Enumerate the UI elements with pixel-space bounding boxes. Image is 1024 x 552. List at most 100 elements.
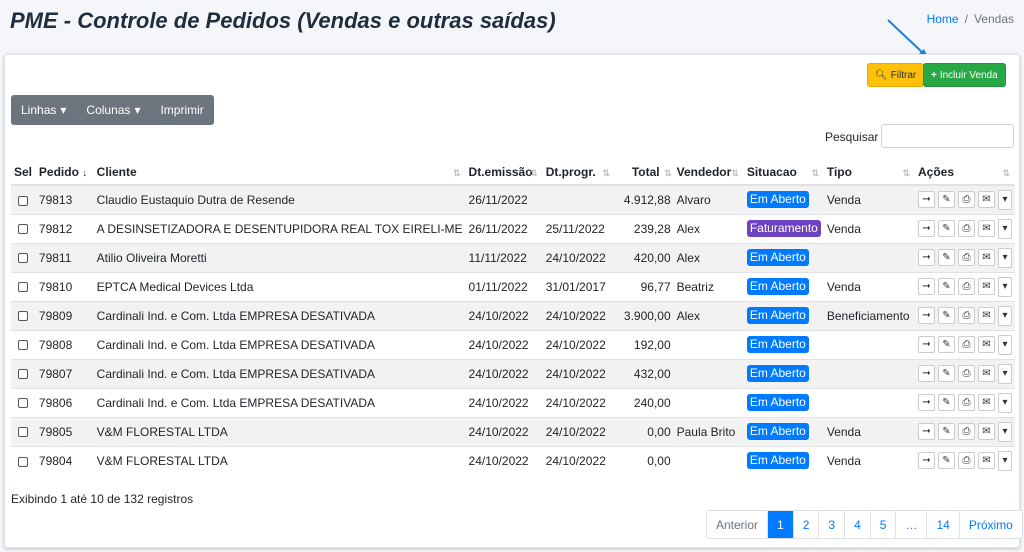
- page-link[interactable]: 5: [869, 511, 896, 538]
- print-icon[interactable]: ⎙: [958, 423, 975, 440]
- edit-icon[interactable]: ✎: [938, 278, 955, 295]
- page-link[interactable]: …: [895, 511, 926, 538]
- page-link[interactable]: Próximo: [958, 511, 1022, 538]
- columns-dropdown-button[interactable]: Colunas ▾: [76, 95, 150, 125]
- col-total[interactable]: Total ⇅: [614, 160, 674, 186]
- chevron-down-icon[interactable]: ▾: [998, 450, 1012, 471]
- arrow-right-icon[interactable]: ➞: [918, 365, 935, 382]
- row-select-checkbox[interactable]: [18, 369, 28, 380]
- arrow-right-icon[interactable]: ➞: [918, 249, 935, 266]
- envelope-icon[interactable]: ✉: [978, 307, 995, 324]
- pedido-cell: 79806: [35, 387, 94, 417]
- col-tipo[interactable]: Tipo ⇅: [823, 160, 915, 186]
- arrow-right-icon[interactable]: ➞: [918, 394, 935, 411]
- emissao-cell: 11/11/2022: [465, 242, 543, 272]
- page-link[interactable]: 14: [926, 511, 958, 538]
- print-icon[interactable]: ⎙: [958, 307, 975, 324]
- row-select-checkbox[interactable]: [18, 340, 28, 351]
- row-select-checkbox[interactable]: [18, 311, 28, 322]
- add-sale-button[interactable]: + Incluir Venda: [923, 63, 1006, 87]
- sort-icon: ⇅: [530, 168, 538, 178]
- edit-icon[interactable]: ✎: [938, 307, 955, 324]
- actions-cell: ➞ ✎ ⎙ ✉ ▾: [915, 416, 1015, 446]
- envelope-icon[interactable]: ✉: [978, 394, 995, 411]
- rows-dropdown-button[interactable]: Linhas ▾: [11, 95, 76, 125]
- search-input[interactable]: [881, 124, 1014, 148]
- progr-cell: 24/10/2022: [542, 416, 615, 446]
- arrow-right-icon[interactable]: ➞: [918, 191, 935, 209]
- arrow-right-icon[interactable]: ➞: [918, 278, 935, 295]
- arrow-right-icon[interactable]: ➞: [918, 307, 935, 324]
- page-link[interactable]: 1: [767, 511, 793, 538]
- envelope-icon[interactable]: ✉: [978, 336, 995, 353]
- chevron-down-icon[interactable]: ▾: [998, 218, 1012, 239]
- arrow-right-icon[interactable]: ➞: [918, 452, 935, 470]
- row-select-checkbox[interactable]: [18, 282, 28, 293]
- chevron-down-icon[interactable]: ▾: [998, 247, 1012, 268]
- envelope-icon[interactable]: ✉: [978, 220, 995, 237]
- col-pedido[interactable]: Pedido ↓: [35, 160, 94, 186]
- pedido-cell: 79812: [35, 213, 94, 243]
- chevron-down-icon[interactable]: ▾: [998, 276, 1012, 297]
- page-link[interactable]: 3: [818, 511, 844, 538]
- envelope-icon[interactable]: ✉: [978, 365, 995, 382]
- print-button[interactable]: Imprimir: [150, 95, 213, 125]
- table-row: 79808 Cardinali Ind. e Com. Ltda EMPRESA …: [11, 329, 1015, 359]
- row-select-checkbox[interactable]: [18, 224, 28, 235]
- edit-icon[interactable]: ✎: [938, 249, 955, 266]
- edit-icon[interactable]: ✎: [938, 365, 955, 382]
- col-acoes[interactable]: Ações ⇅: [915, 160, 1015, 186]
- actions-cell: ➞ ✎ ⎙ ✉ ▾: [915, 445, 1015, 475]
- edit-icon[interactable]: ✎: [938, 394, 955, 411]
- page-link[interactable]: 4: [844, 511, 870, 538]
- print-icon[interactable]: ⎙: [958, 278, 975, 295]
- row-select-checkbox[interactable]: [18, 195, 28, 206]
- print-icon[interactable]: ⎙: [958, 249, 975, 266]
- edit-icon[interactable]: ✎: [938, 452, 955, 470]
- envelope-icon[interactable]: ✉: [978, 278, 995, 295]
- row-select-checkbox[interactable]: [18, 456, 28, 467]
- print-icon[interactable]: ⎙: [958, 191, 975, 209]
- col-progr[interactable]: Dt.progr. ⇅: [542, 160, 615, 186]
- page-link[interactable]: Anterior: [707, 511, 767, 538]
- col-vendedor[interactable]: Vendedor ⇅: [673, 160, 744, 186]
- edit-icon[interactable]: ✎: [938, 423, 955, 440]
- edit-icon[interactable]: ✎: [938, 336, 955, 353]
- chevron-down-icon[interactable]: ▾: [998, 189, 1012, 210]
- print-icon[interactable]: ⎙: [958, 365, 975, 382]
- edit-icon[interactable]: ✎: [938, 220, 955, 237]
- col-cliente[interactable]: Cliente ⇅: [93, 160, 466, 186]
- chevron-down-icon[interactable]: ▾: [998, 421, 1012, 442]
- table-row: 79811 Atilio Oliveira Moretti 11/11/2022 24…: [11, 242, 1015, 272]
- vendedor-cell: Paula Brito: [673, 416, 744, 446]
- page-link[interactable]: 2: [792, 511, 819, 538]
- filter-button[interactable]: 🔍︎ Filtrar: [867, 63, 925, 87]
- row-select-checkbox[interactable]: [18, 427, 28, 438]
- chevron-down-icon[interactable]: ▾: [998, 392, 1012, 413]
- envelope-icon[interactable]: ✉: [978, 191, 995, 209]
- pedido-cell: 79810: [35, 271, 94, 301]
- breadcrumb-home-link[interactable]: Home: [927, 12, 959, 26]
- sort-icon: ⇅: [1002, 168, 1010, 178]
- arrow-right-icon[interactable]: ➞: [918, 220, 935, 237]
- col-emissao[interactable]: Dt.emissão ⇅: [465, 160, 543, 186]
- col-situacao[interactable]: Situacao ⇅: [743, 160, 824, 186]
- edit-icon[interactable]: ✎: [938, 191, 955, 209]
- envelope-icon[interactable]: ✉: [978, 423, 995, 440]
- chevron-down-icon[interactable]: ▾: [998, 305, 1012, 326]
- arrow-right-icon[interactable]: ➞: [918, 336, 935, 353]
- print-icon[interactable]: ⎙: [958, 452, 975, 470]
- emissao-cell: 24/10/2022: [465, 300, 543, 330]
- row-select-checkbox[interactable]: [18, 398, 28, 409]
- print-icon[interactable]: ⎙: [958, 220, 975, 237]
- arrow-right-icon[interactable]: ➞: [918, 423, 935, 440]
- chevron-down-icon[interactable]: ▾: [998, 363, 1012, 384]
- envelope-icon[interactable]: ✉: [978, 249, 995, 266]
- print-icon[interactable]: ⎙: [958, 394, 975, 411]
- caret-down-icon: ▾: [134, 103, 141, 117]
- print-icon[interactable]: ⎙: [958, 336, 975, 353]
- row-select-checkbox[interactable]: [18, 253, 28, 264]
- envelope-icon[interactable]: ✉: [978, 452, 995, 470]
- chevron-down-icon[interactable]: ▾: [998, 334, 1012, 355]
- cliente-cell: V&M FLORESTAL LTDA: [93, 445, 466, 475]
